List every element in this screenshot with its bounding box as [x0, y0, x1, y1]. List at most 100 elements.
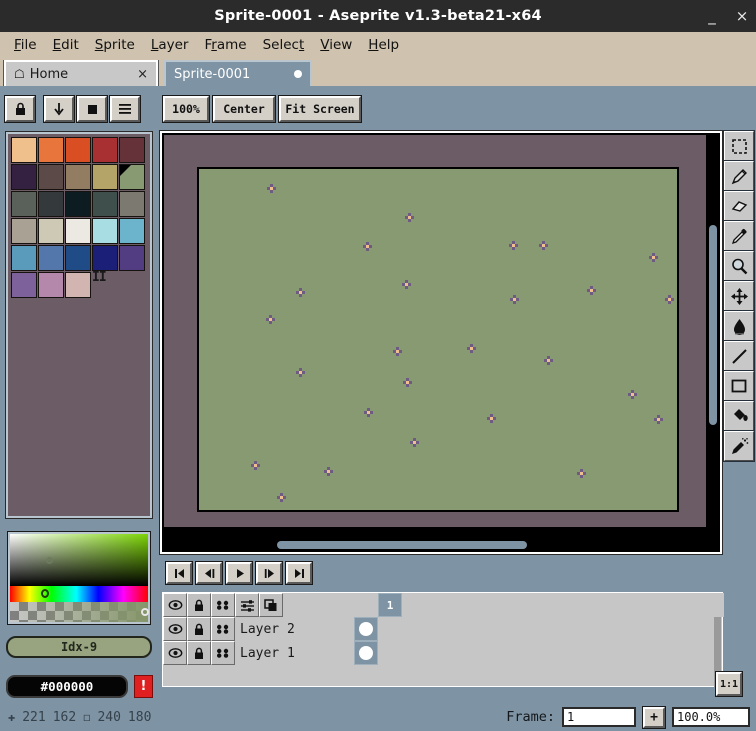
first-frame-button[interactable]: [166, 562, 192, 584]
tab-sprite-0001[interactable]: Sprite-0001: [164, 60, 312, 86]
palette-index-label[interactable]: Idx-9: [6, 636, 152, 658]
center-button[interactable]: Center: [213, 96, 275, 122]
layer-visibility-toggle[interactable]: [163, 641, 187, 665]
menu-edit[interactable]: Edit: [45, 35, 87, 55]
layer-name[interactable]: Layer 2: [235, 617, 354, 641]
marquee-select-tool[interactable]: [724, 131, 754, 161]
zoom-level-button[interactable]: 100%: [163, 96, 209, 122]
layer-lock-toggle[interactable]: [187, 641, 211, 665]
palette-swatch[interactable]: [38, 191, 64, 217]
minimize-button[interactable]: _: [704, 9, 720, 24]
layer-row[interactable]: Layer 1: [163, 641, 722, 665]
hex-color-input[interactable]: #000000: [6, 675, 128, 698]
previous-frame-button[interactable]: [196, 562, 222, 584]
palette-grid[interactable]: [11, 137, 145, 298]
layer-cel[interactable]: [354, 641, 378, 665]
play-button[interactable]: [226, 562, 252, 584]
palette-swatch[interactable]: [119, 164, 145, 190]
zoom-input[interactable]: 100.0%: [672, 707, 750, 727]
canvas-vscrollbar[interactable]: [708, 135, 718, 527]
lock-icon-button[interactable]: [5, 96, 35, 122]
hamburger-icon-button[interactable]: [110, 96, 140, 122]
canvas-editor[interactable]: [160, 131, 722, 554]
palette-swatch[interactable]: [65, 218, 91, 244]
palette-swatch[interactable]: [65, 245, 91, 271]
palette-swatch[interactable]: [119, 191, 145, 217]
color-picker[interactable]: [8, 532, 150, 624]
layer-visibility-toggle[interactable]: [163, 617, 187, 641]
palette-swatch[interactable]: [92, 164, 118, 190]
palette-swatch[interactable]: [11, 218, 37, 244]
layer-properties-button[interactable]: [235, 593, 259, 617]
palette-swatch[interactable]: [92, 137, 118, 163]
next-frame-button[interactable]: [256, 562, 282, 584]
palette-swatch[interactable]: [38, 137, 64, 163]
palette-swatch[interactable]: [65, 272, 91, 298]
alert-icon-button[interactable]: !: [134, 675, 153, 698]
menu-file[interactable]: File: [6, 35, 45, 55]
rectangle-tool[interactable]: [724, 371, 754, 401]
close-button[interactable]: ×: [734, 9, 750, 24]
palette-swatch[interactable]: [119, 245, 145, 271]
palette-swatch[interactable]: [119, 218, 145, 244]
menu-frame[interactable]: Frame: [196, 35, 254, 55]
menu-sprite[interactable]: Sprite: [87, 35, 143, 55]
layer-row[interactable]: Layer 2: [163, 617, 722, 641]
palette-swatch[interactable]: [92, 245, 118, 271]
canvas-hscroll-thumb[interactable]: [277, 541, 527, 549]
palette-swatch[interactable]: [38, 272, 64, 298]
frame-input[interactable]: 1: [562, 707, 636, 727]
layer-name[interactable]: Layer 1: [235, 641, 354, 665]
toggle-all-lock-button[interactable]: [187, 593, 211, 617]
menu-layer[interactable]: Layer: [143, 35, 197, 55]
sprite-canvas[interactable]: [197, 167, 679, 512]
toggle-all-visibility-button[interactable]: [163, 593, 187, 617]
palette-swatch[interactable]: [38, 218, 64, 244]
tab-home[interactable]: ☖ Home ×: [4, 60, 158, 86]
add-frame-button[interactable]: +: [643, 707, 665, 728]
palette-swatch[interactable]: [92, 191, 118, 217]
palette-swatch[interactable]: [119, 137, 145, 163]
line-tool[interactable]: [724, 341, 754, 371]
menu-select[interactable]: Select: [255, 35, 313, 55]
blur-tool[interactable]: [724, 311, 754, 341]
palette-swatch[interactable]: [11, 137, 37, 163]
move-tool[interactable]: [724, 281, 754, 311]
arrow-down-icon-button[interactable]: [44, 96, 74, 122]
layer-link-toggle[interactable]: [211, 641, 235, 665]
zoom-tool[interactable]: [724, 251, 754, 281]
close-icon[interactable]: ×: [137, 67, 148, 82]
canvas-vscroll-thumb[interactable]: [709, 225, 717, 425]
palette-swatch[interactable]: [92, 218, 118, 244]
layer-lock-toggle[interactable]: [187, 617, 211, 641]
palette-swatch[interactable]: [11, 164, 37, 190]
menu-help[interactable]: Help: [360, 35, 407, 55]
toggle-all-link-button[interactable]: [211, 593, 235, 617]
menu-view[interactable]: View: [312, 35, 360, 55]
saturation-value-box[interactable]: [10, 534, 148, 586]
last-frame-button[interactable]: [286, 562, 312, 584]
canvas-hscrollbar[interactable]: [164, 540, 706, 550]
palette-swatch[interactable]: [65, 164, 91, 190]
palette-swatch[interactable]: [65, 137, 91, 163]
frame-column-header[interactable]: 1: [378, 593, 402, 617]
layer-link-toggle[interactable]: [211, 617, 235, 641]
alpha-slider[interactable]: [10, 602, 148, 622]
spray-tool[interactable]: [724, 431, 754, 461]
zoom-one-to-one-button[interactable]: 1:1: [716, 672, 742, 696]
eraser-tool[interactable]: [724, 191, 754, 221]
palette-swatch[interactable]: [11, 191, 37, 217]
pencil-tool[interactable]: [724, 161, 754, 191]
palette-swatch[interactable]: [38, 245, 64, 271]
merge-layers-button[interactable]: [259, 593, 283, 617]
fit-screen-button[interactable]: Fit Screen: [279, 96, 361, 122]
layer-cel[interactable]: [354, 617, 378, 641]
filled-square-icon-button[interactable]: [77, 96, 107, 122]
palette-swatch[interactable]: [38, 164, 64, 190]
paint-bucket-tool[interactable]: [724, 401, 754, 431]
palette-swatch[interactable]: [11, 245, 37, 271]
eyedropper-tool[interactable]: [724, 221, 754, 251]
palette-swatch[interactable]: [65, 191, 91, 217]
hue-slider[interactable]: [10, 586, 148, 602]
palette-swatch[interactable]: [11, 272, 37, 298]
